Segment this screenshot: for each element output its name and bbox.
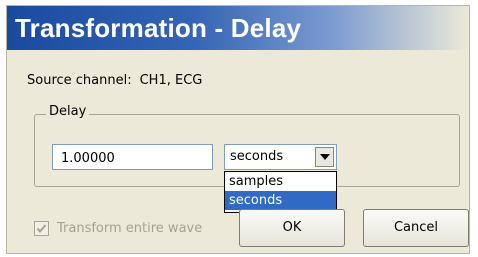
dropdown-option-seconds[interactable]: seconds: [225, 191, 336, 210]
cancel-button[interactable]: Cancel: [363, 209, 469, 247]
title-bar: Transformation - Delay: [7, 6, 469, 50]
chevron-down-icon: [320, 154, 330, 160]
source-channel-row: Source channel: CH1, ECG: [27, 73, 202, 88]
dropdown-arrow-button[interactable]: [315, 147, 334, 167]
delay-unit-selected: seconds: [230, 149, 284, 164]
ok-button[interactable]: OK: [239, 209, 345, 247]
transform-entire-wave-checkbox[interactable]: [34, 221, 49, 236]
dropdown-option-samples[interactable]: samples: [225, 172, 336, 191]
source-channel-value: CH1, ECG: [139, 73, 203, 88]
checkmark-icon: [36, 224, 47, 234]
source-channel-label: Source channel:: [27, 73, 132, 88]
delay-dialog: Transformation - Delay Source channel: CH…: [6, 5, 470, 254]
delay-group-label: Delay: [46, 104, 90, 119]
delay-unit-select[interactable]: seconds: [224, 144, 337, 170]
delay-unit-dropdown-list: samples seconds: [224, 171, 337, 213]
dialog-title: Transformation - Delay: [15, 13, 302, 43]
delay-value-input[interactable]: [52, 144, 213, 170]
transform-entire-wave-label: Transform entire wave: [57, 221, 203, 236]
